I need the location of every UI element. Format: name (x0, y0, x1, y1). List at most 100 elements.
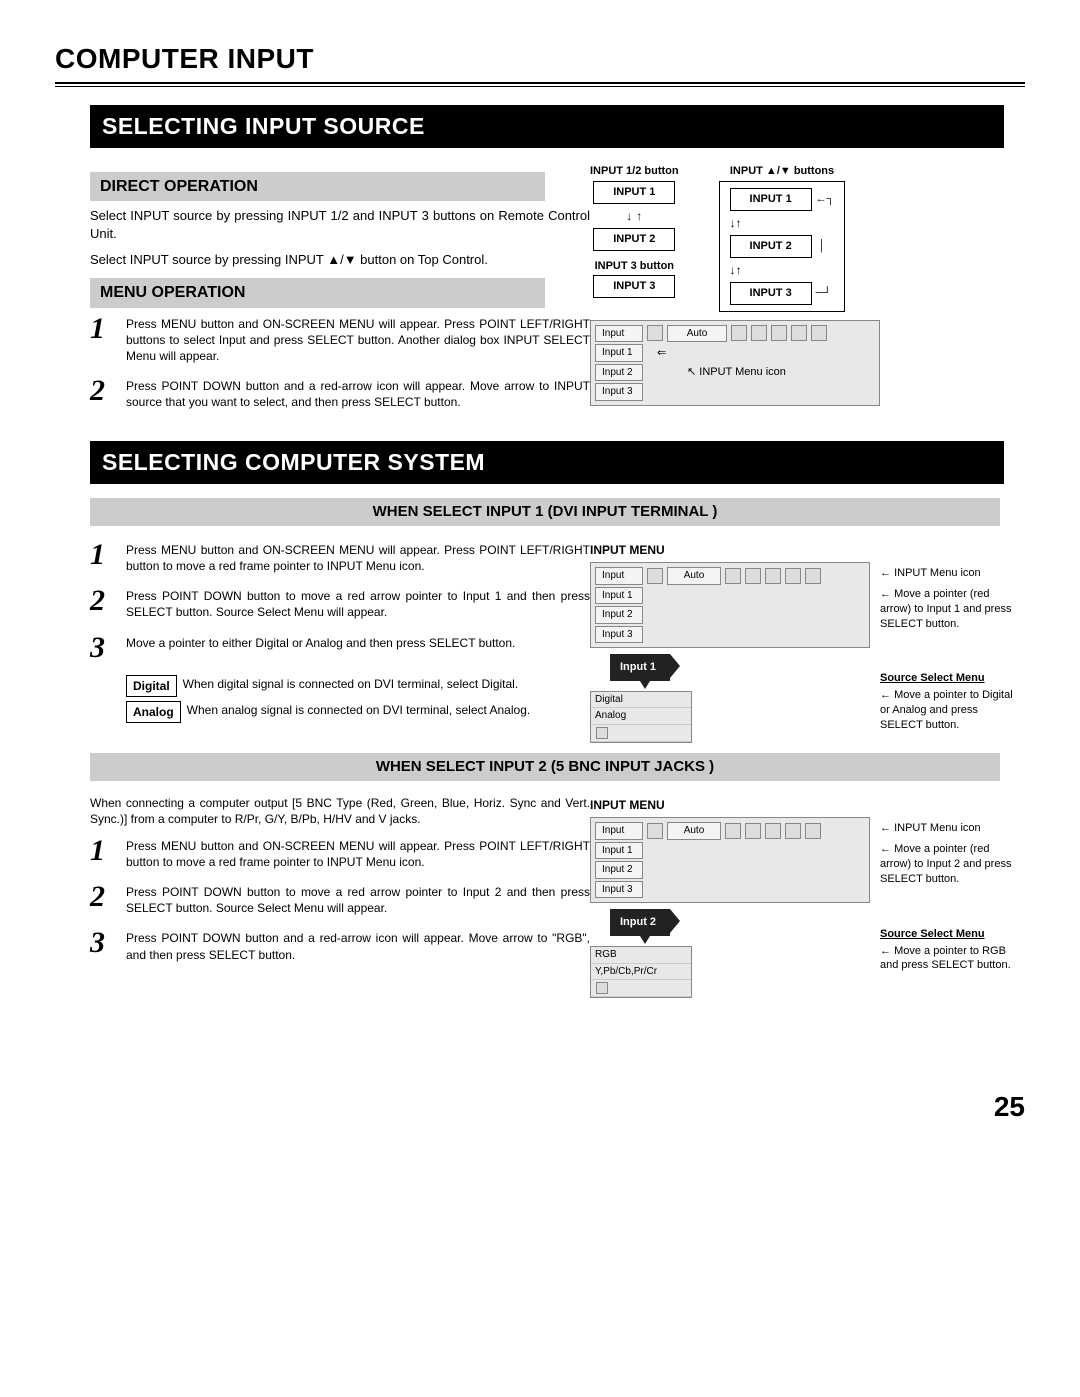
osd-auto: Auto (667, 325, 727, 343)
step-number: 3 (90, 633, 126, 663)
step-item: 3 Move a pointer to either Digital or An… (90, 633, 590, 663)
osd-item: Input 3 (595, 626, 643, 644)
osd-source-select: RGB Y,Pb/Cb,Pr/Cr (590, 946, 692, 998)
osd-auto: Auto (667, 822, 721, 840)
paragraph: Select INPUT source by pressing INPUT 1/… (90, 207, 590, 242)
section-bar-computer-system: SELECTING COMPUTER SYSTEM (90, 441, 1004, 484)
step-item: 2 Press POINT DOWN button to move a red … (90, 882, 590, 916)
diagram-box-input3: INPUT 3 (593, 275, 675, 298)
osd-note: ← INPUT Menu icon (880, 566, 1020, 581)
step-item: 1 Press MENU button and ON-SCREEN MENU w… (90, 540, 590, 574)
osd-note: ← Move a pointer (red arrow) to Input 1 … (880, 587, 1020, 632)
osd-tag-input1: Input 1 (610, 654, 670, 681)
osd-note: ← Move a pointer to RGB and press SELECT… (880, 944, 1020, 974)
step-number: 3 (90, 928, 126, 958)
arrow-icon: ─┘ (816, 286, 832, 301)
step-item: 1 Press MENU button and ON-SCREEN MENU w… (90, 314, 590, 365)
step-number: 2 (90, 882, 126, 912)
arrow-icon: ⇐ (657, 347, 666, 359)
diagram-box-input1: INPUT 1 (730, 188, 812, 211)
diagram-label: INPUT 3 button (590, 259, 679, 274)
osd-note: ↖ INPUT Menu icon (687, 365, 827, 380)
menu-icon (751, 325, 767, 341)
osd-note: ← Move a pointer (red arrow) to Input 2 … (880, 842, 1020, 887)
menu-icon (785, 568, 801, 584)
menu-icon (765, 823, 781, 839)
page-title: COMPUTER INPUT (55, 40, 1025, 78)
menu-icon (765, 568, 781, 584)
osd-item: Input 2 (595, 861, 643, 879)
arrow-icon: │ (816, 239, 826, 254)
osd-item: Input 1 (595, 587, 643, 605)
step-item: 1 Press MENU button and ON-SCREEN MENU w… (90, 836, 590, 870)
osd-input-menu: Input Input 1 Input 2 Input 3 Auto (590, 320, 880, 406)
osd-item: Digital (591, 692, 691, 709)
page-number: 25 (55, 1088, 1025, 1126)
step-text: Press POINT DOWN button and a red-arrow … (126, 376, 590, 410)
osd-heading: INPUT MENU (590, 797, 1020, 813)
menu-icon (647, 568, 663, 584)
paragraph: When connecting a computer output [5 BNC… (90, 795, 590, 827)
desc-digital: When digital signal is connected on DVI … (183, 675, 519, 692)
osd-item: Input 2 (595, 364, 643, 382)
osd-item: Y,Pb/Cb,Pr/Cr (591, 964, 691, 981)
step-text: Press MENU button and ON-SCREEN MENU wil… (126, 314, 590, 365)
step-text: Press MENU button and ON-SCREEN MENU wil… (126, 836, 590, 870)
subheading-dvi: WHEN SELECT INPUT 1 (DVI INPUT TERMINAL … (90, 498, 1000, 526)
osd-heading: INPUT MENU (590, 542, 1020, 558)
rule-thin (55, 86, 1025, 87)
section-bar-input-source: SELECTING INPUT SOURCE (90, 105, 1004, 148)
osd-item: Analog (591, 708, 691, 725)
osd-item: RGB (591, 947, 691, 964)
osd-subtitle: Source Select Menu (880, 927, 1020, 942)
diagram-box-input2: INPUT 2 (730, 235, 812, 258)
subheading-bnc: WHEN SELECT INPUT 2 (5 BNC INPUT JACKS ) (90, 753, 1000, 781)
step-number: 1 (90, 314, 126, 344)
back-icon (596, 982, 608, 994)
osd-item: Input 2 (595, 606, 643, 624)
diagram-box-input1: INPUT 1 (593, 181, 675, 204)
back-icon (596, 727, 608, 739)
subheading-direct-operation: DIRECT OPERATION (90, 172, 545, 202)
osd-title: Input (595, 567, 643, 585)
step-number: 1 (90, 540, 126, 570)
step-number: 1 (90, 836, 126, 866)
menu-icon (725, 568, 741, 584)
rule-thick (55, 82, 1025, 84)
step-text: Press MENU button and ON-SCREEN MENU wil… (126, 540, 590, 574)
osd-item: Input 1 (595, 842, 643, 860)
menu-icon (725, 823, 741, 839)
desc-analog: When analog signal is connected on DVI t… (187, 701, 531, 718)
subheading-menu-operation: MENU OPERATION (90, 278, 545, 308)
osd-title: Input (595, 822, 643, 840)
osd-title: Input (595, 325, 643, 343)
osd-source-select: Digital Analog (590, 691, 692, 743)
osd-subtitle: Source Select Menu (880, 671, 1020, 686)
menu-icon (805, 823, 821, 839)
osd-item: Input 3 (595, 383, 643, 401)
step-item: 2 Press POINT DOWN button and a red-arro… (90, 376, 590, 410)
menu-icon (731, 325, 747, 341)
arrow-icon: ←┐ (816, 192, 835, 207)
step-text: Press POINT DOWN button and a red-arrow … (126, 928, 590, 962)
menu-icon (647, 325, 663, 341)
diagram-label: INPUT ▲/▼ buttons (719, 164, 846, 179)
diagram-label: INPUT 1/2 button (590, 164, 679, 179)
menu-icon (745, 568, 761, 584)
menu-icon (805, 568, 821, 584)
osd-note: ← INPUT Menu icon (880, 821, 1020, 836)
paragraph: Select INPUT source by pressing INPUT ▲/… (90, 251, 590, 269)
osd-item: Input 1 (595, 344, 643, 362)
diagram-box-input3: INPUT 3 (730, 282, 812, 305)
step-text: Press POINT DOWN button to move a red ar… (126, 882, 590, 916)
step-number: 2 (90, 376, 126, 406)
osd-tag-input2: Input 2 (610, 909, 670, 936)
step-text: Press POINT DOWN button to move a red ar… (126, 586, 590, 620)
label-analog: Analog (126, 701, 181, 723)
step-text: Move a pointer to either Digital or Anal… (126, 633, 515, 651)
osd-item: Input 3 (595, 881, 643, 899)
menu-icon (811, 325, 827, 341)
menu-icon (791, 325, 807, 341)
osd-input-menu: Input Input 1 Input 2 Input 3 Auto (590, 562, 870, 648)
step-number: 2 (90, 586, 126, 616)
